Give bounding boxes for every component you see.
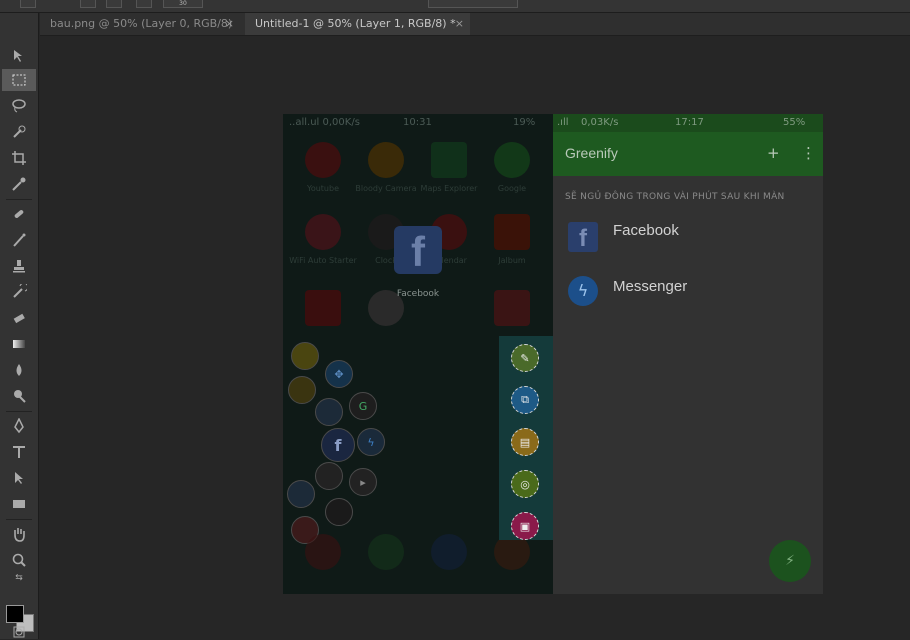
close-icon[interactable]: × — [225, 13, 234, 35]
facebook-drag-label: Facebook — [396, 289, 440, 299]
play-icon: ▸ — [349, 468, 377, 496]
google-icon: G — [349, 392, 377, 420]
clone-stamp-tool-icon[interactable] — [2, 255, 36, 277]
tool-preset-control[interactable] — [20, 0, 36, 8]
app-label: Google — [497, 184, 527, 193]
tab-label: Untitled-1 @ 50% (Layer 1, RGB/8) * — [255, 17, 456, 30]
path-selection-tool-icon[interactable] — [2, 467, 36, 489]
list-item[interactable]: ϟ Messenger — [553, 266, 823, 316]
document-image[interactable]: ..all.ul 0,00K/s 10:31 19% Youtube Blood… — [283, 114, 823, 594]
phone-icon — [368, 534, 404, 570]
tab-bau[interactable]: bau.png @ 50% (Layer 0, RGB/8) × — [40, 13, 240, 35]
section-header: SẼ NGỦ ĐÔNG TRONG VÀI PHÚT SAU KHI MÀN — [565, 192, 785, 202]
chat-bubble-icon — [315, 398, 343, 426]
record-icon — [325, 498, 353, 526]
add-icon[interactable]: + — [767, 144, 780, 162]
screenshot-icon[interactable]: ▤ — [511, 428, 539, 456]
app-label: Youtube — [307, 184, 339, 193]
app-icon — [494, 214, 530, 250]
screen-record-icon[interactable]: ▣ — [511, 512, 539, 540]
app-name: Facebook — [613, 222, 679, 239]
options-bar: 30 — [0, 0, 910, 13]
app-label: Bloody Camera — [355, 184, 417, 193]
video-record-icon[interactable]: ◎ — [511, 470, 539, 498]
facebook-icon: f — [394, 226, 442, 275]
dodge-tool-icon[interactable] — [2, 385, 36, 407]
chat-bubble-icon — [287, 480, 315, 508]
messenger-icon: ϟ — [357, 428, 385, 456]
brush-shape-control[interactable] — [136, 0, 152, 8]
app-name: Messenger — [613, 278, 688, 295]
app-label: Maps Explorer — [420, 184, 478, 193]
lasso-tool-icon[interactable] — [2, 95, 36, 117]
status-bar: .ıll 0,03K/s 17:17 55% — [553, 114, 823, 132]
app-icon — [305, 142, 341, 178]
camera-icon — [315, 462, 343, 490]
pen-tool-icon[interactable] — [2, 415, 36, 437]
gradient-tool-icon[interactable] — [2, 333, 36, 355]
close-icon[interactable]: × — [455, 13, 464, 35]
foreground-color-swatch[interactable] — [6, 605, 24, 623]
pin-icon[interactable]: ✎ — [511, 344, 539, 372]
launcher-icon — [288, 376, 316, 404]
dock-app-icon — [305, 534, 341, 570]
brush-tool-icon[interactable] — [2, 229, 36, 251]
tools-panel: ⇆ — [0, 13, 39, 639]
zoom-field[interactable]: 30 — [163, 0, 203, 8]
options-dropdown[interactable] — [428, 0, 518, 8]
brush-airbrush-control[interactable] — [106, 0, 122, 8]
eraser-tool-icon[interactable] — [2, 307, 36, 329]
phone-screenshot-home: ..all.ul 0,00K/s 10:31 19% Youtube Blood… — [283, 114, 553, 594]
app-icon — [431, 142, 467, 178]
list-item[interactable]: f Facebook — [553, 212, 823, 262]
hand-tool-icon[interactable] — [2, 523, 36, 545]
quick-selection-tool-icon[interactable] — [2, 121, 36, 143]
crop-tool-icon[interactable] — [2, 147, 36, 169]
app-icon — [368, 142, 404, 178]
move-icon: ✥ — [325, 360, 353, 388]
blur-tool-icon[interactable] — [2, 359, 36, 381]
quick-mask-icon[interactable] — [2, 625, 36, 639]
tab-untitled[interactable]: Untitled-1 @ 50% (Layer 1, RGB/8) * × — [245, 13, 470, 35]
document-tabs: bau.png @ 50% (Layer 0, RGB/8) × Untitle… — [40, 13, 910, 36]
zzz-icon[interactable]: ⚡ — [769, 540, 811, 582]
move-tool-icon[interactable] — [2, 45, 36, 67]
hide-icon — [291, 342, 319, 370]
rectangle-tool-icon[interactable] — [2, 493, 36, 515]
history-brush-tool-icon[interactable] — [2, 281, 36, 303]
signal-icon: .ıll — [557, 117, 569, 128]
app-title: Greenify — [565, 145, 618, 161]
app-label: Jalbum — [498, 256, 526, 265]
marquee-tool-icon[interactable] — [2, 69, 36, 91]
messenger-icon: ϟ — [568, 276, 598, 306]
contacts-icon — [431, 534, 467, 570]
app-icon — [494, 142, 530, 178]
app-bar: Greenify + ⋮ — [553, 132, 823, 176]
status-bar: ..all.ul 0,00K/s 10:31 19% — [289, 117, 536, 128]
facebook-icon: f — [568, 222, 598, 252]
zoom-tool-icon[interactable] — [2, 549, 36, 571]
facebook-bubble-icon: f — [321, 428, 355, 462]
floating-action-panel: ✎ ⧉ ▤ ◎ ▣ — [499, 336, 553, 540]
app-icon — [494, 290, 530, 326]
tab-label: bau.png @ 50% (Layer 0, RGB/8) — [50, 17, 233, 30]
window-icon[interactable]: ⧉ — [511, 386, 539, 414]
menu-icon[interactable]: ⋮ — [801, 144, 816, 162]
eyedropper-tool-icon[interactable] — [2, 173, 36, 195]
healing-brush-tool-icon[interactable] — [2, 203, 36, 225]
swap-colors-icon[interactable]: ⇆ — [2, 571, 36, 585]
phone-screenshot-greenify: .ıll 0,03K/s 17:17 55% Greenify + ⋮ SẼ N… — [553, 114, 823, 594]
app-icon — [305, 290, 341, 326]
app-icon — [305, 214, 341, 250]
brush-mode-control[interactable] — [80, 0, 96, 8]
type-tool-icon[interactable] — [2, 441, 36, 463]
app-label: WiFi Auto Starter — [289, 256, 357, 265]
